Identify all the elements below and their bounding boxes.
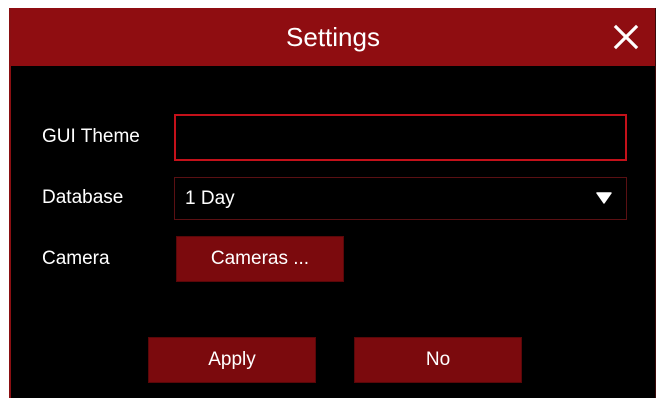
database-label: Database bbox=[42, 187, 124, 208]
settings-dialog: Settings GUI Theme Database 1 Day Camera… bbox=[9, 8, 656, 398]
cameras-button[interactable]: Cameras ... bbox=[176, 236, 344, 282]
caret-down-icon bbox=[596, 192, 612, 204]
database-select[interactable]: 1 Day bbox=[174, 177, 627, 220]
apply-button[interactable]: Apply bbox=[148, 337, 316, 383]
gui-theme-input[interactable] bbox=[174, 114, 627, 161]
dialog-titlebar: Settings bbox=[11, 8, 655, 66]
close-icon[interactable] bbox=[611, 22, 641, 52]
camera-label: Camera bbox=[42, 248, 110, 269]
database-selected-value: 1 Day bbox=[185, 188, 235, 209]
no-button[interactable]: No bbox=[354, 337, 522, 383]
dialog-title: Settings bbox=[286, 22, 380, 52]
gui-theme-label: GUI Theme bbox=[42, 126, 140, 147]
